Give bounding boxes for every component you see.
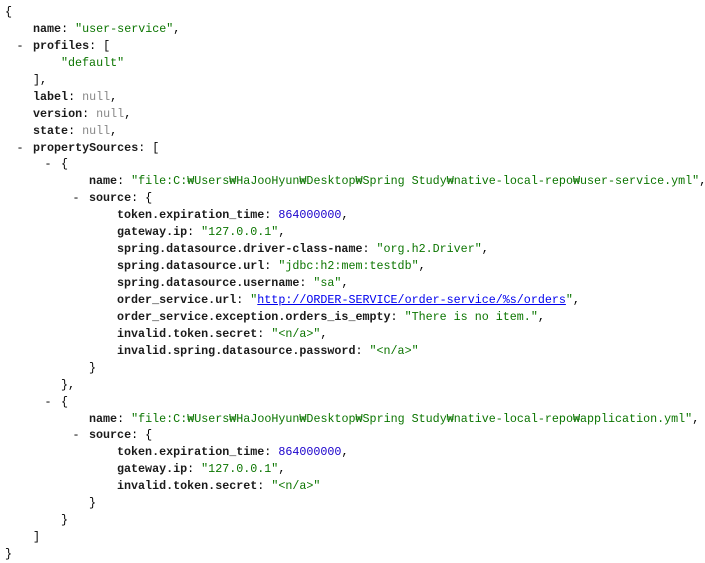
minus-icon[interactable]: - bbox=[69, 427, 83, 444]
json-close: } bbox=[61, 513, 69, 528]
json-key: invalid.token.secret bbox=[117, 326, 258, 341]
json-property: version: null, bbox=[33, 106, 132, 121]
json-key: token.expiration_time bbox=[117, 208, 265, 223]
string-value: "<n/a>" bbox=[369, 343, 419, 358]
json-key: order_service.exception.orders_is_empty bbox=[117, 309, 391, 324]
json-key: name bbox=[89, 174, 118, 189]
minus-icon[interactable]: - bbox=[41, 156, 55, 173]
json-key: profiles bbox=[33, 38, 90, 53]
json-property: order_service.url: "http://ORDER-SERVICE… bbox=[117, 292, 580, 307]
json-property: token.expiration_time: 864000000, bbox=[117, 445, 349, 460]
json-close: }, bbox=[61, 377, 76, 392]
json-property: state: null, bbox=[33, 123, 118, 138]
json-key: propertySources bbox=[33, 140, 139, 155]
json-array: - profiles: [ bbox=[5, 38, 705, 55]
json-key: source bbox=[89, 191, 132, 206]
string-value: "file:C:₩Users₩HaJooHyun₩Desktop₩Spring … bbox=[131, 411, 693, 426]
json-key: gateway.ip bbox=[117, 462, 188, 477]
json-key: version bbox=[33, 106, 83, 121]
json-object: - source: { bbox=[5, 427, 705, 444]
json-property: spring.datasource.username: "sa", bbox=[117, 276, 349, 290]
json-key: state bbox=[33, 123, 69, 138]
json-key: spring.datasource.username bbox=[117, 276, 300, 290]
json-key: invalid.spring.datasource.password bbox=[117, 343, 356, 358]
null-value: null bbox=[82, 123, 111, 138]
json-key: name bbox=[33, 21, 62, 36]
json-key: token.expiration_time bbox=[117, 445, 265, 460]
json-object: -{ bbox=[5, 156, 705, 173]
json-property: spring.datasource.url: "jdbc:h2:mem:test… bbox=[117, 259, 426, 274]
string-value: "user-service" bbox=[75, 21, 174, 36]
json-property: "default" bbox=[5, 55, 705, 72]
json-close: } bbox=[5, 547, 13, 561]
json-key: invalid.token.secret bbox=[117, 479, 258, 494]
null-value: null bbox=[96, 106, 125, 121]
string-value: "127.0.0.1" bbox=[201, 462, 279, 477]
json-key: order_service.url bbox=[117, 292, 237, 307]
json-property: gateway.ip: "127.0.0.1", bbox=[117, 225, 286, 240]
minus-icon[interactable]: - bbox=[41, 394, 55, 411]
json-property: label: null, bbox=[33, 89, 118, 104]
json-object: -{ bbox=[5, 394, 705, 411]
json-key: source bbox=[89, 428, 132, 443]
json-property: token.expiration_time: 864000000, bbox=[117, 208, 349, 223]
minus-icon[interactable]: - bbox=[69, 190, 83, 207]
json-object: - source: { bbox=[5, 190, 705, 207]
string-value: "default" bbox=[61, 55, 125, 70]
json-key: spring.datasource.url bbox=[117, 259, 265, 274]
json-property: name: "file:C:₩Users₩HaJooHyun₩Desktop₩S… bbox=[89, 411, 700, 426]
string-value: "<n/a>" bbox=[271, 479, 321, 494]
json-close: } bbox=[89, 360, 97, 375]
json-key: gateway.ip bbox=[117, 225, 188, 240]
json-property: invalid.spring.datasource.password: "<n/… bbox=[117, 343, 419, 358]
json-array: - propertySources: [ bbox=[5, 140, 705, 157]
string-value: "org.h2.Driver" bbox=[376, 242, 482, 257]
json-key: spring.datasource.driver-class-name bbox=[117, 242, 363, 257]
number-value: 864000000 bbox=[278, 445, 342, 460]
null-value: null bbox=[82, 89, 111, 104]
string-value: "file:C:₩Users₩HaJooHyun₩Desktop₩Spring … bbox=[131, 174, 700, 189]
string-value: "jdbc:h2:mem:testdb" bbox=[278, 259, 419, 274]
json-property: name: "user-service", bbox=[33, 21, 181, 36]
json-close: ], bbox=[33, 72, 48, 87]
json-property: order_service.exception.orders_is_empty:… bbox=[117, 309, 545, 324]
minus-icon[interactable]: - bbox=[13, 38, 27, 55]
json-close: ] bbox=[33, 530, 41, 545]
number-value: 864000000 bbox=[278, 208, 342, 223]
json-property: invalid.token.secret: "<n/a>" bbox=[117, 479, 321, 494]
quote: " bbox=[565, 292, 573, 307]
json-close: } bbox=[89, 496, 97, 511]
json-property: gateway.ip: "127.0.0.1", bbox=[117, 462, 286, 477]
json-key: label bbox=[33, 89, 69, 104]
json-property: invalid.token.secret: "<n/a>", bbox=[117, 326, 328, 341]
json-property: name: "file:C:₩Users₩HaJooHyun₩Desktop₩S… bbox=[89, 174, 705, 189]
url-link[interactable]: http://ORDER-SERVICE/order-service/%s/or… bbox=[257, 293, 566, 307]
string-value: "sa" bbox=[313, 276, 342, 290]
string-value: "<n/a>" bbox=[271, 326, 321, 341]
json-key: name bbox=[89, 411, 118, 426]
string-value: "There is no item." bbox=[404, 309, 538, 324]
json-property: spring.datasource.driver-class-name: "or… bbox=[117, 242, 489, 257]
json-object: { bbox=[5, 5, 13, 19]
minus-icon[interactable]: - bbox=[13, 140, 27, 157]
json-viewer: { name: "user-service", - profiles: ["defau… bbox=[0, 0, 705, 563]
string-value: "127.0.0.1" bbox=[201, 225, 279, 240]
